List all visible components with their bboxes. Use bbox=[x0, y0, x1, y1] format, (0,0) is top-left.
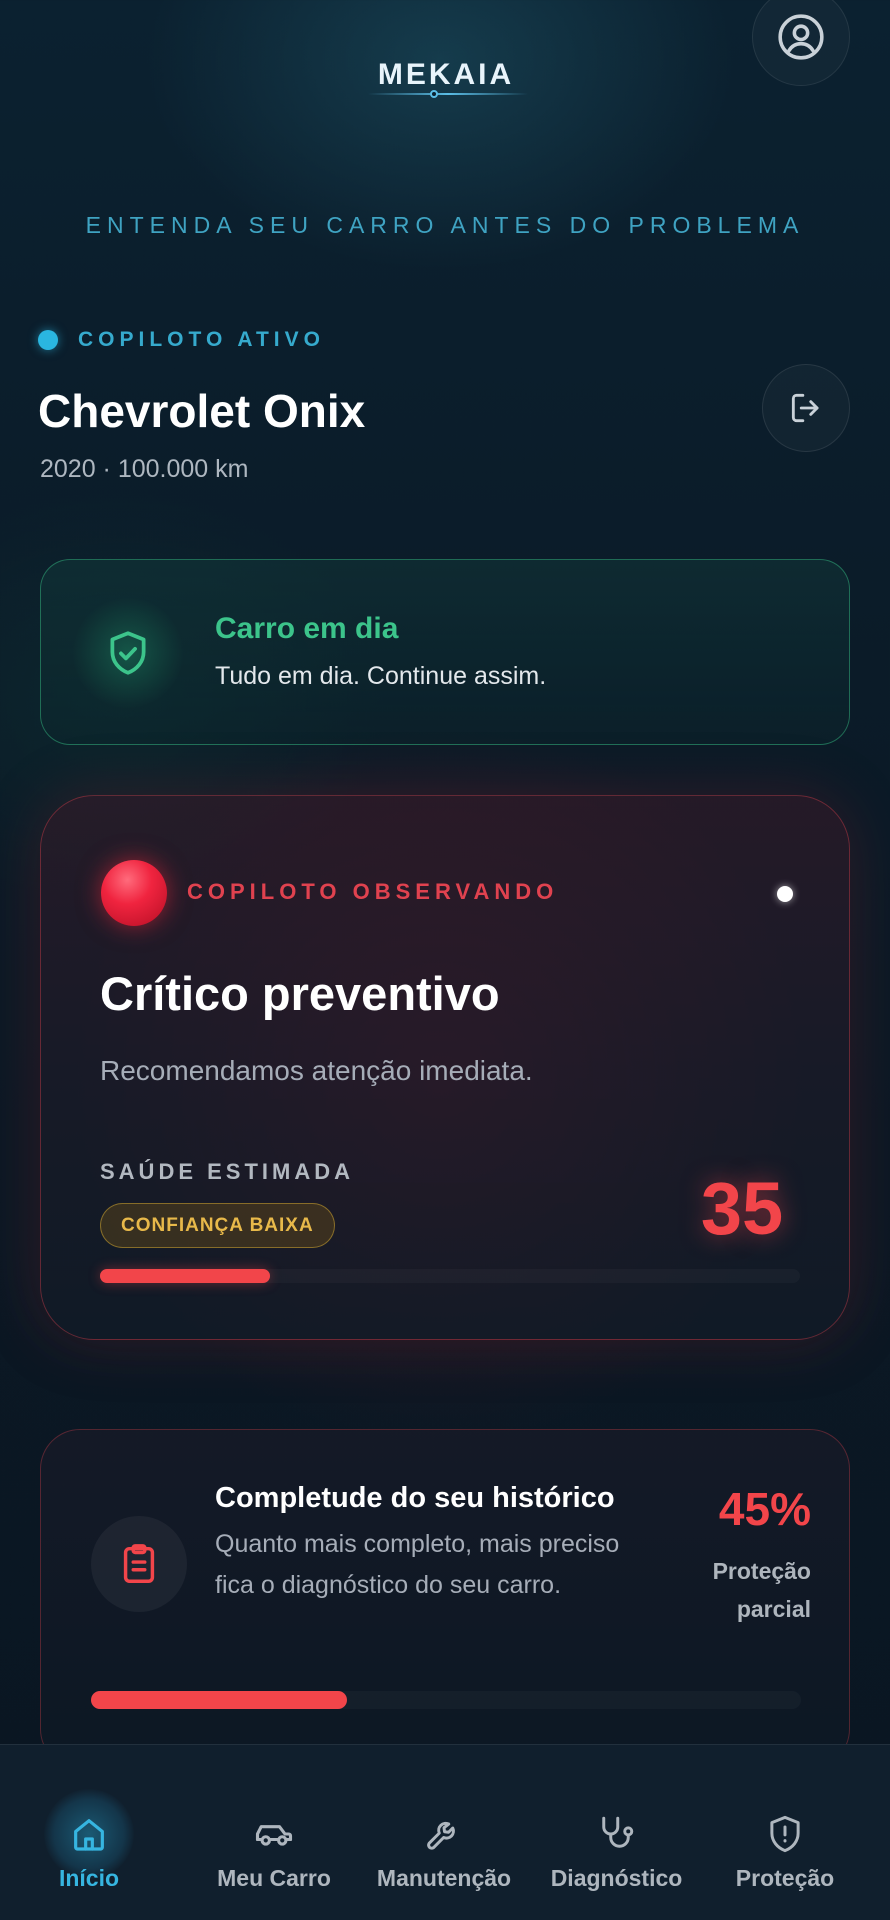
app-header: MEKAIA bbox=[0, 0, 890, 120]
health-title: Crítico preventivo bbox=[100, 967, 500, 1020]
copilot-status-label: COPILOTO ATIVO bbox=[78, 328, 325, 351]
logout-icon bbox=[791, 393, 819, 423]
brand-logo: MEKAIA bbox=[377, 58, 515, 91]
profile-button[interactable] bbox=[752, 0, 850, 86]
nav-label-manutencao: Manutenção bbox=[376, 1865, 512, 1891]
health-label: SAÚDE ESTIMADA bbox=[100, 1159, 355, 1184]
history-progress-bar bbox=[91, 1691, 801, 1709]
health-card[interactable]: COPILOTO OBSERVANDO Crítico preventivo R… bbox=[40, 795, 850, 1340]
logo-dot bbox=[430, 90, 438, 98]
critical-indicator-orb bbox=[101, 860, 167, 926]
nav-item-meu-carro[interactable]: Meu Carro bbox=[199, 1745, 349, 1920]
protection-level: Proteção parcial bbox=[661, 1552, 811, 1628]
health-bar-fill bbox=[100, 1269, 270, 1283]
history-completeness-card[interactable]: Completude do seu histórico Quanto mais … bbox=[40, 1429, 850, 1769]
wrench-icon bbox=[427, 1821, 455, 1850]
history-progress-fill bbox=[91, 1691, 347, 1709]
health-bar bbox=[100, 1269, 800, 1283]
stethoscope-icon bbox=[602, 1816, 634, 1848]
user-circle-icon bbox=[778, 14, 824, 60]
confidence-badge: CONFIANÇA BAIXA bbox=[100, 1203, 335, 1248]
nav-label-protecao: Proteção bbox=[735, 1865, 835, 1891]
protection-line-1: Proteção bbox=[712, 1558, 811, 1584]
vehicle-name: Chevrolet Onix bbox=[38, 385, 366, 437]
copilot-active-dot bbox=[38, 330, 58, 350]
shield-badge bbox=[73, 598, 183, 708]
nav-item-inicio[interactable]: Início bbox=[14, 1745, 164, 1920]
nav-item-diagnostico[interactable]: Diagnóstico bbox=[539, 1745, 694, 1920]
status-title: Carro em dia bbox=[215, 612, 399, 645]
nav-label-diagnostico: Diagnóstico bbox=[550, 1865, 683, 1891]
status-subtitle: Tudo em dia. Continue assim. bbox=[215, 662, 547, 690]
history-percent: 45% bbox=[718, 1483, 811, 1535]
bottom-nav: Início Meu Carro Manutenção Diagnóstico … bbox=[0, 1744, 890, 1920]
history-title: Completude do seu histórico bbox=[215, 1482, 615, 1514]
health-score: 35 bbox=[700, 1167, 784, 1250]
copilot-status: COPILOTO ATIVO bbox=[38, 328, 325, 352]
tagline: ENTENDA SEU CARRO ANTES DO PROBLEMA bbox=[85, 212, 805, 238]
copilot-observing-label: COPILOTO OBSERVANDO bbox=[187, 879, 559, 904]
logout-button[interactable] bbox=[762, 364, 850, 452]
nav-item-manutencao[interactable]: Manutenção bbox=[369, 1745, 519, 1920]
history-description: Quanto mais completo, mais preciso fica … bbox=[215, 1530, 620, 1599]
live-dot bbox=[777, 886, 793, 902]
nav-label-meu-carro: Meu Carro bbox=[217, 1865, 331, 1891]
history-icon-badge bbox=[91, 1516, 187, 1612]
shield-alert-icon bbox=[770, 1815, 800, 1853]
car-status-card[interactable]: Carro em dia Tudo em dia. Continue assim… bbox=[40, 559, 850, 745]
car-icon bbox=[255, 1825, 293, 1846]
shield-check-icon bbox=[110, 631, 146, 675]
logo-underline bbox=[368, 93, 528, 95]
health-subtitle: Recomendamos atenção imediata. bbox=[100, 1055, 533, 1086]
nav-label-inicio: Início bbox=[58, 1865, 120, 1891]
home-icon bbox=[74, 1819, 104, 1851]
clipboard-list-icon bbox=[123, 1544, 155, 1583]
nav-item-protecao[interactable]: Proteção bbox=[715, 1745, 855, 1920]
vehicle-meta: 2020 · 100.000 km bbox=[40, 455, 249, 483]
protection-line-2: parcial bbox=[736, 1596, 811, 1622]
